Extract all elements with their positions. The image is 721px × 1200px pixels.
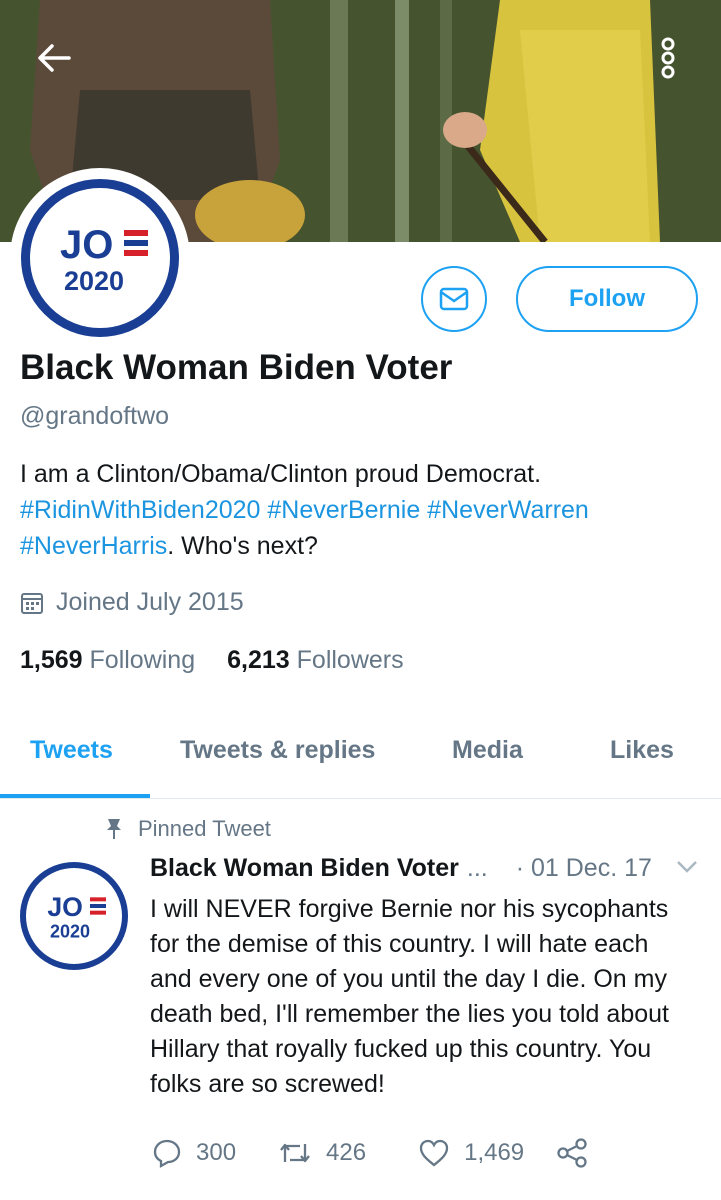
tweet-date[interactable]: · 01 Dec. 17 xyxy=(516,854,652,883)
tab-tweets[interactable]: Tweets xyxy=(30,736,113,765)
followers-link[interactable]: 6,213 Followers xyxy=(227,646,404,675)
retweet-icon xyxy=(280,1143,310,1163)
tweet-menu-button[interactable] xyxy=(676,860,698,879)
share-icon xyxy=(557,1138,587,1168)
active-tab-indicator xyxy=(0,794,150,798)
hashtag-link[interactable]: #NeverWarren xyxy=(427,496,589,524)
svg-text:2020: 2020 xyxy=(64,266,124,296)
more-options-button[interactable] xyxy=(646,36,690,80)
reply-button[interactable]: 300 xyxy=(152,1138,236,1168)
pinned-tweet-header: Pinned Tweet xyxy=(104,816,271,842)
tab-tweets-replies[interactable]: Tweets & replies xyxy=(180,736,375,765)
followers-count: 6,213 xyxy=(227,646,290,674)
pinned-label: Pinned Tweet xyxy=(138,816,271,841)
joe-2020-logo: JO 2020 xyxy=(47,892,106,941)
joined-date: Joined July 2015 xyxy=(20,588,244,617)
pin-icon xyxy=(107,819,121,839)
back-button[interactable] xyxy=(32,36,76,80)
tweet-header: Black Woman Biden Voter ... · 01 Dec. 17 xyxy=(150,854,710,883)
follow-button[interactable]: Follow xyxy=(516,266,698,332)
followers-label: Followers xyxy=(296,646,404,674)
calendar-icon xyxy=(21,592,43,614)
chevron-down-icon xyxy=(677,861,697,873)
hashtag-link[interactable]: #NeverBernie xyxy=(267,496,420,524)
tweet-text: I will NEVER forgive Bernie nor his syco… xyxy=(150,895,669,1098)
retweet-button[interactable]: 426 xyxy=(278,1139,366,1167)
joined-text: Joined July 2015 xyxy=(56,588,244,616)
hashtag-link[interactable]: #NeverHarris xyxy=(20,532,167,560)
svg-text:JO: JO xyxy=(47,892,83,922)
share-button[interactable] xyxy=(556,1138,588,1168)
tweet-handle-truncated: ... xyxy=(466,854,488,882)
svg-text:2020: 2020 xyxy=(50,921,90,941)
tab-media[interactable]: Media xyxy=(452,736,523,765)
following-count: 1,569 xyxy=(20,646,83,674)
profile-name: Black Woman Biden Voter xyxy=(20,348,453,387)
like-count: 1,469 xyxy=(464,1139,525,1166)
heart-icon xyxy=(419,1139,449,1167)
more-vertical-icon xyxy=(661,37,675,79)
reply-icon xyxy=(153,1139,181,1168)
profile-tabs: Tweets Tweets & replies Media Likes xyxy=(0,718,721,799)
tweet-avatar[interactable]: JO 2020 xyxy=(18,860,130,972)
bio-text: I am a Clinton/Obama/Clinton proud Democ… xyxy=(20,460,542,488)
message-button[interactable] xyxy=(421,266,487,332)
like-button[interactable]: 1,469 xyxy=(418,1138,524,1168)
reply-count: 300 xyxy=(196,1139,237,1166)
envelope-icon xyxy=(439,287,469,311)
profile-handle: @grandoftwo xyxy=(20,402,170,430)
tab-likes[interactable]: Likes xyxy=(610,736,674,765)
profile-avatar[interactable]: JO 2020 xyxy=(10,168,190,348)
joe-2020-logo: JO 2020 xyxy=(60,223,148,296)
arrow-left-icon xyxy=(38,44,71,72)
tweet-actions: 300 426 1,469 xyxy=(152,1138,588,1168)
profile-bio: I am a Clinton/Obama/Clinton proud Democ… xyxy=(20,456,700,564)
bio-tail: . Who's next? xyxy=(167,532,318,560)
svg-text:JO: JO xyxy=(60,223,113,267)
following-label: Following xyxy=(89,646,196,674)
hashtag-link[interactable]: #RidinWithBiden2020 xyxy=(20,496,260,524)
tweet-author[interactable]: Black Woman Biden Voter xyxy=(150,854,459,883)
retweet-count: 426 xyxy=(326,1139,367,1166)
profile-stats: 1,569 Following 6,213 Followers xyxy=(20,646,404,675)
following-link[interactable]: 1,569 Following xyxy=(20,646,195,675)
